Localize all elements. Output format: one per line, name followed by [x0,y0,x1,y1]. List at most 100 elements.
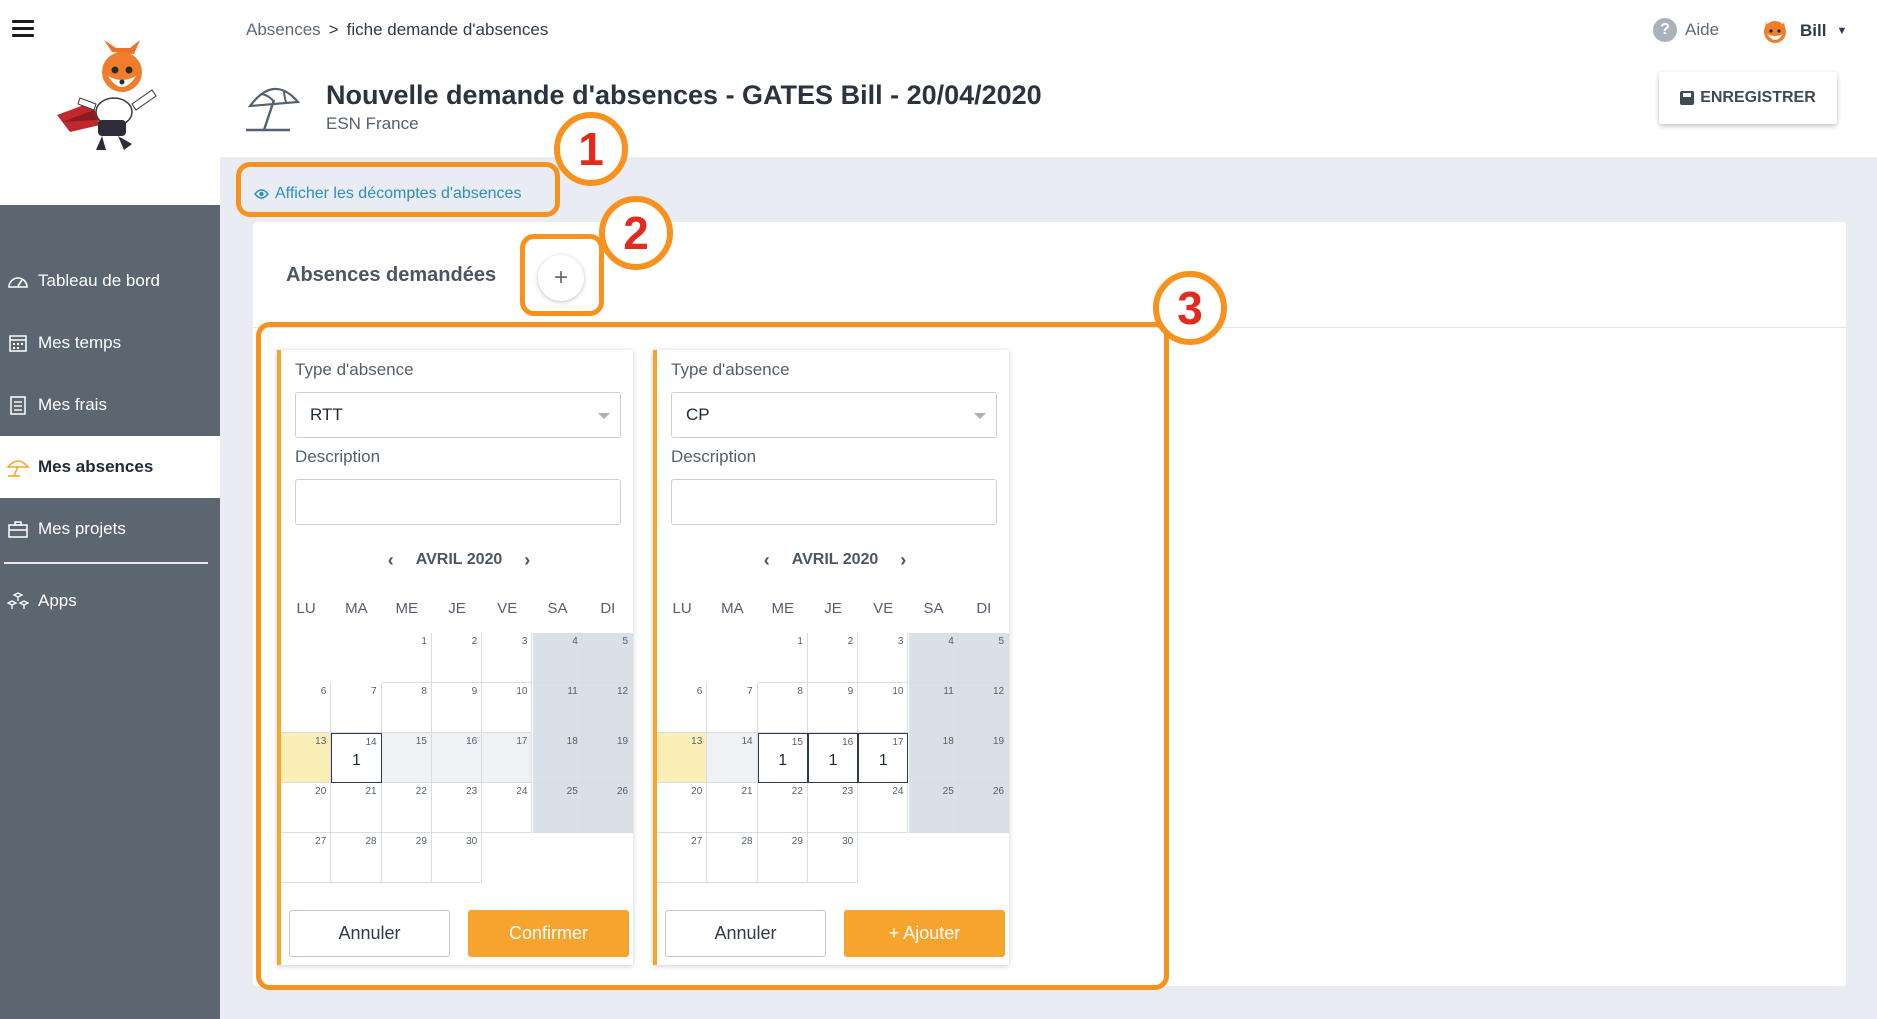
calendar-day[interactable]: 1 [757,633,808,683]
chevron-right-icon[interactable]: › [514,550,540,571]
calendar-day[interactable]: 16 [431,733,483,783]
sidebar-item-mes-absences[interactable]: Mes absences [0,436,220,498]
calendar-day[interactable]: 14 [707,733,758,783]
calendar-day[interactable]: 9 [431,683,483,733]
calendar-day[interactable]: 28 [331,833,382,883]
calendar-day[interactable]: 25 [908,783,959,833]
day-number: 23 [466,786,478,797]
calendar-day[interactable]: 27 [657,833,708,883]
day-number: 1 [421,636,427,647]
calendar-day[interactable]: 20 [281,783,332,833]
calendar-day[interactable]: 24 [482,783,533,833]
calendar-day[interactable]: 17 1 [858,733,909,783]
calendar-day[interactable]: 26 [958,783,1010,833]
calendar-day[interactable]: 30 [807,833,859,883]
calendar-day[interactable]: 12 [958,683,1010,733]
chevron-left-icon[interactable]: ‹ [378,550,404,571]
calendar-day[interactable]: 5 [582,633,634,683]
calendar-day[interactable]: 27 [281,833,332,883]
sidebar-item-mes-projets[interactable]: Mes projets [0,498,220,560]
calendar-day[interactable]: 2 [431,633,483,683]
calendar-day[interactable]: 19 [958,733,1010,783]
dashboard-icon [6,269,30,293]
add-absence-button[interactable]: + [538,255,584,301]
calendar-day[interactable]: 3 [858,633,909,683]
calendar-day[interactable]: 1 [381,633,432,683]
calendar-day[interactable]: 4 [908,633,959,683]
calendar-day[interactable]: 18 [532,733,583,783]
day-number: 5 [998,636,1005,647]
day-number: 24 [892,786,904,797]
sidebar-nav: Tableau de bord Mes temps Mes frais Mes … [0,250,220,632]
breadcrumb-root[interactable]: Absences [246,20,321,39]
calendar-day[interactable]: 8 [757,683,808,733]
calendar-day[interactable]: 12 [582,683,634,733]
calendar-day[interactable]: 23 [431,783,483,833]
user-menu[interactable]: Bill ▼ [1760,16,1847,46]
calendar-day[interactable]: 4 [532,633,583,683]
confirm-button[interactable]: Confirmer [468,910,629,957]
add-button[interactable]: + Ajouter [844,910,1005,957]
calendar-day[interactable]: 18 [908,733,959,783]
calendar-day[interactable]: 17 [482,733,533,783]
sidebar-item-tableau-de-bord[interactable]: Tableau de bord [0,250,220,312]
show-absence-counts-link[interactable]: Afficher les décomptes d'absences [254,185,521,203]
calendar-day[interactable]: 29 [381,833,432,883]
calendar-day[interactable]: 13 [281,733,332,783]
hamburger-menu-icon[interactable] [12,20,34,37]
cancel-button[interactable]: Annuler [289,910,450,957]
calendar-day[interactable]: 23 [807,783,859,833]
calendar-day[interactable]: 8 [381,683,432,733]
calendar-day[interactable]: 5 [958,633,1010,683]
calendar-day[interactable]: 13 [657,733,708,783]
sidebar-item-mes-frais[interactable]: Mes frais [0,374,220,436]
description-input[interactable] [671,479,997,525]
absence-type-select[interactable]: RTT [295,392,621,438]
calendar-day[interactable]: 6 [281,683,332,733]
calendar-day[interactable]: 21 [707,783,758,833]
calendar-day[interactable]: 22 [381,783,432,833]
annotation-badge: 2 [599,196,673,270]
calendar-day[interactable]: 11 [908,683,959,733]
calendar-day[interactable]: 16 1 [807,733,859,783]
cancel-button[interactable]: Annuler [665,910,826,957]
calendar-day[interactable]: 25 [532,783,583,833]
help-link[interactable]: ? Aide [1653,18,1719,42]
chevron-left-icon[interactable]: ‹ [754,550,780,571]
weekday: LU [672,600,692,617]
weekday: LU [296,600,316,617]
calendar-day[interactable]: 22 [757,783,808,833]
calendar-day[interactable]: 14 1 [331,733,382,783]
description-input[interactable] [295,479,621,525]
calendar-day[interactable]: 3 [482,633,533,683]
calendar-day[interactable]: 2 [807,633,859,683]
calendar-day[interactable]: 7 [331,683,382,733]
calendar-day[interactable]: 29 [757,833,808,883]
calendar-day[interactable]: 26 [582,783,634,833]
sidebar-item-mes-temps[interactable]: Mes temps [0,312,220,374]
calendar-day[interactable]: 21 [331,783,382,833]
day-number: 7 [371,686,377,697]
calendar-day[interactable]: 9 [807,683,859,733]
day-number: 29 [791,836,803,847]
calendar-day[interactable]: 6 [657,683,708,733]
calendar-day[interactable]: 19 [582,733,634,783]
sidebar-item-apps[interactable]: Apps [0,570,220,632]
day-number: 1 [797,636,803,647]
calendar-day[interactable]: 10 [858,683,909,733]
chevron-right-icon[interactable]: › [890,550,916,571]
calendar-day[interactable]: 24 [858,783,909,833]
calendar-day[interactable]: 28 [707,833,758,883]
calendar-day[interactable]: 15 1 [757,733,808,783]
save-button[interactable]: ENREGISTRER [1659,72,1837,124]
calendar-day[interactable]: 30 [431,833,483,883]
calendar-day[interactable]: 7 [707,683,758,733]
calendar-day[interactable]: 15 [381,733,432,783]
day-number: 2 [471,636,478,647]
calendar-day[interactable]: 20 [657,783,708,833]
umbrella-icon [6,455,30,479]
absence-type-select[interactable]: CP [671,392,997,438]
day-number: 15 [415,736,427,747]
calendar-day[interactable]: 10 [482,683,533,733]
calendar-day[interactable]: 11 [532,683,583,733]
